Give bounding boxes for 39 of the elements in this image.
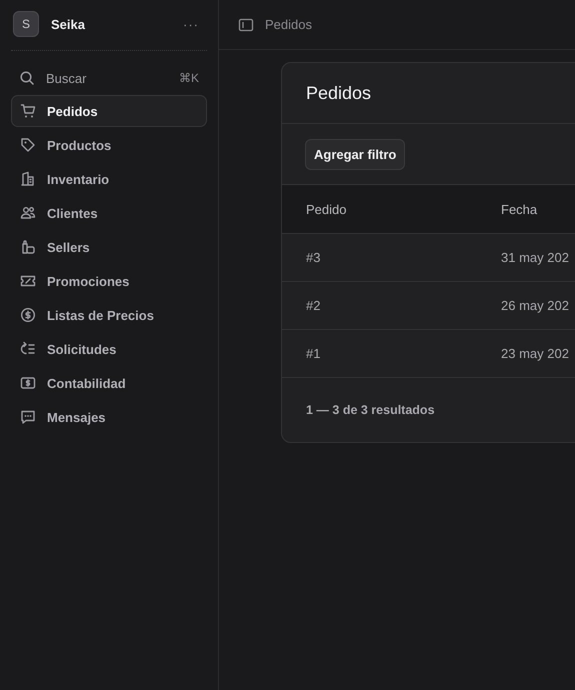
add-filter-button[interactable]: Agregar filtro [305,138,406,170]
nav-item[interactable]: Listas de Precios [11,299,207,331]
sidebar-toggle-icon[interactable] [238,16,254,32]
nav-item[interactable]: Inventario [11,163,207,195]
nav-item[interactable]: Contabilidad [11,367,207,399]
nav-item[interactable]: Pedidos [11,95,207,127]
card-title: Pedidos [306,82,372,104]
users-icon [20,205,36,221]
nav-item[interactable]: Mensajes [11,401,207,433]
tag-icon [20,137,36,153]
workspace-name[interactable]: Seika [51,16,177,32]
nav-item[interactable]: Sellers [11,231,207,263]
workspace-avatar: S [13,11,39,37]
table-cell: 23 may 202 [477,330,575,378]
table-cell: #1 [282,330,477,378]
banknote-icon [20,375,36,391]
table-cell: 31 may 202 [477,234,575,282]
ticket-icon [20,273,36,289]
search-icon [19,70,35,86]
table-cell: 26 may 202 [477,282,575,330]
column-header: Pedido [282,185,477,234]
column-header: Fecha [477,185,575,234]
nav-item[interactable]: Promociones [11,265,207,297]
building-icon [20,171,36,187]
shopping-bag-icon [20,239,36,255]
cart-icon [20,103,36,119]
shortcut-hint: ⌘K [178,71,199,85]
chat-icon [20,409,36,425]
refresh-list-icon [20,341,36,357]
nav-item[interactable]: Productos [11,129,207,161]
nav-item[interactable]: Clientes [11,197,207,229]
table-cell: #2 [282,282,477,330]
dollar-circle-icon [20,307,36,323]
search-item[interactable]: Buscar ⌘K [11,63,207,93]
pagination-summary: 1 — 3 de 3 resultados [306,403,435,417]
more-button[interactable]: ··· [177,16,205,32]
nav-item[interactable]: Solicitudes [11,333,207,365]
breadcrumb[interactable]: Pedidos [265,17,312,32]
table-cell: #3 [282,234,477,282]
